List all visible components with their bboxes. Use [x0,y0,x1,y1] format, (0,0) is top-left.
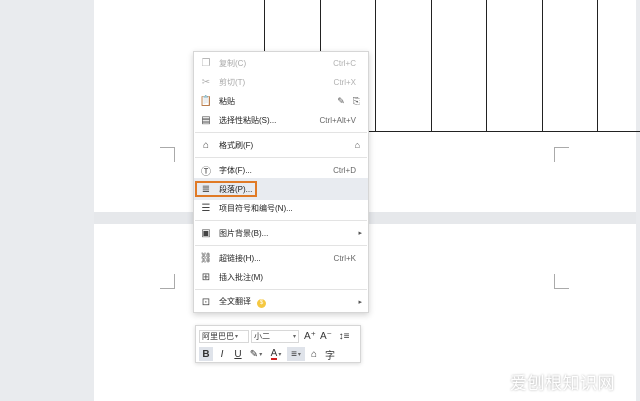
context-menu: ❐ 复制(C) Ctrl+C ✂ 剪切(T) Ctrl+X 📋 粘贴 ✎ ⎘ ▤… [193,51,369,313]
menu-item-paste-special[interactable]: ▤ 选择性粘贴(S)... Ctrl+Alt+V [194,109,368,131]
shrink-font-button[interactable]: A⁻ [319,329,333,343]
menu-separator [195,289,367,290]
bold-button[interactable]: B [199,347,213,361]
format-painter-side-icon[interactable]: ⌂ [355,140,360,150]
italic-button[interactable]: I [215,347,229,361]
paste-text-only-icon[interactable]: ⎘ [353,96,360,107]
menu-separator [195,220,367,221]
menu-separator [195,245,367,246]
align-button[interactable]: ≡ ▾ [287,347,305,361]
hyperlink-icon: ⛓ [199,252,213,264]
menu-item-image-background[interactable]: ▣ 图片背景(B)... ▸ [194,222,368,244]
table-column-divider [542,0,543,131]
mini-toolbar-row-2: B I U ✎ ▾ A ▾ ≡ ▾ ⌂ 字 [199,346,339,362]
menu-item-insert-comment[interactable]: ⊞ 插入批注(M) [194,266,368,288]
highlight-color-button[interactable]: ✎ ▾ [247,347,265,361]
paste-icon: 📋 [199,95,213,107]
font-size-select[interactable]: 小二 ▾ [251,329,299,343]
copy-icon: ❐ [201,57,211,69]
font-name-select[interactable]: 阿里巴巴 ▾ [199,329,249,343]
table-column-divider [431,0,432,131]
mini-toolbar: 阿里巴巴 ▾ 小二 ▾ A⁺ A⁻ ↕≡ B I U ✎ ▾ A ▾ ≡ ▾ ⌂ 字 [195,325,361,363]
menu-item-translate[interactable]: ⊡ 全文翻译 $ ▸ [194,291,368,313]
grow-font-button[interactable]: A⁺ [303,329,317,343]
format-painter-icon: ⌂ [202,139,210,151]
menu-separator [195,132,367,133]
page-corner-marker [160,274,175,289]
paste-keep-format-icon[interactable]: ✎ [337,96,345,107]
format-painter-button[interactable]: ⌂ [307,347,321,361]
menu-separator [195,157,367,158]
bullets-numbering-icon: ☰ [201,202,211,214]
chevron-down-icon: ▾ [292,333,296,340]
chevron-down-icon: ▾ [278,351,282,358]
translate-icon: ⊡ [201,296,211,308]
underline-button[interactable]: U [231,347,245,361]
font-icon: Ⓣ [201,166,211,178]
line-spacing-button[interactable]: ↕≡ [335,329,353,343]
page-corner-marker [554,274,569,289]
table-column-divider [597,0,598,131]
line-spacing-icon: ↕≡ [338,330,350,342]
table-column-divider [486,0,487,131]
font-color-button[interactable]: A ▾ [267,347,285,361]
highlight-box [195,181,257,197]
page-corner-marker [160,147,175,162]
paste-special-icon: ▤ [201,114,211,126]
insert-comment-icon: ⊞ [201,271,211,283]
font-color-icon: A [270,347,278,360]
chevron-down-icon: ▾ [235,333,239,340]
menu-item-format-painter[interactable]: ⌂ 格式刷(F) ⌂ [194,134,368,156]
image-background-icon: ▣ [201,227,211,239]
watermark: 爱刨根知识网 [510,374,615,393]
highlighter-icon: ✎ [249,348,259,360]
phonetic-guide-icon: 字 [325,350,335,362]
premium-badge-icon: $ [257,299,266,308]
menu-item-bullets-numbering[interactable]: ☰ 项目符号和编号(N)... [194,197,368,219]
align-justify-icon: ≡ [291,348,297,360]
cut-icon: ✂ [201,76,211,88]
submenu-arrow-icon: ▸ [358,230,362,237]
page-corner-marker [554,147,569,162]
chevron-down-icon: ▾ [259,351,263,358]
phonetic-guide-button[interactable]: 字 [323,347,337,362]
table-column-divider [375,0,376,131]
chevron-down-icon: ▾ [297,351,301,358]
submenu-arrow-icon: ▸ [358,299,362,306]
mini-toolbar-row-1: 阿里巴巴 ▾ 小二 ▾ A⁺ A⁻ ↕≡ [199,328,355,344]
format-painter-icon: ⌂ [310,348,318,360]
